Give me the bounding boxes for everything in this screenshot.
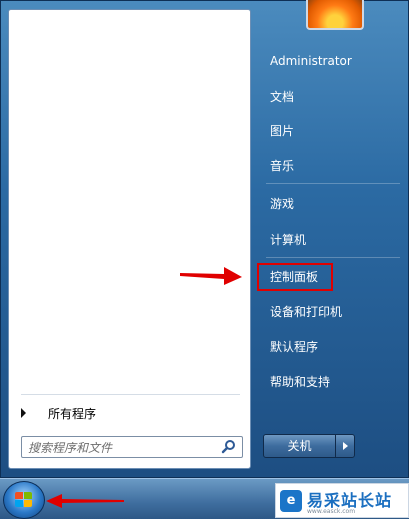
right-item-devices-printers[interactable]: 设备和打印机 — [258, 302, 342, 322]
watermark-url: www.easck.com — [307, 508, 356, 515]
triangle-right-icon — [342, 442, 348, 450]
start-menu: 所有程序 搜索程序和文件 — [0, 0, 409, 478]
shutdown-label: 关机 — [287, 439, 312, 453]
search-icon[interactable] — [220, 438, 238, 456]
separator — [266, 183, 400, 184]
triangle-right-icon — [21, 408, 26, 418]
right-item-help-support[interactable]: 帮助和支持 — [258, 372, 330, 392]
arrow-left-icon — [46, 494, 124, 508]
right-item-computer[interactable]: 计算机 — [258, 230, 306, 250]
right-item-default-programs[interactable]: 默认程序 — [258, 337, 318, 357]
control-panel-highlight-box — [257, 263, 333, 291]
right-item-games[interactable]: 游戏 — [258, 194, 294, 214]
shutdown-button[interactable]: 关机 — [263, 434, 355, 458]
search-input[interactable]: 搜索程序和文件 — [22, 439, 220, 456]
divider — [21, 394, 240, 395]
windows-logo-icon — [15, 492, 33, 508]
all-programs-label: 所有程序 — [48, 406, 97, 421]
right-item-username[interactable]: Administrator — [258, 51, 352, 71]
watermark: e 易采站长站 www.easck.com — [275, 483, 409, 518]
start-button[interactable] — [3, 481, 45, 519]
user-picture[interactable] — [306, 0, 364, 30]
search-box[interactable]: 搜索程序和文件 — [21, 436, 243, 458]
right-item-music[interactable]: 音乐 — [258, 156, 294, 176]
arrow-right-icon — [180, 267, 242, 285]
start-menu-left-pane: 所有程序 搜索程序和文件 — [8, 9, 251, 469]
all-programs-button[interactable]: 所有程序 — [17, 402, 242, 424]
separator — [266, 257, 400, 258]
right-item-pictures[interactable]: 图片 — [258, 121, 294, 141]
watermark-logo-icon: e — [280, 490, 302, 512]
shutdown-options-button[interactable] — [335, 435, 354, 457]
right-item-documents[interactable]: 文档 — [258, 87, 294, 107]
